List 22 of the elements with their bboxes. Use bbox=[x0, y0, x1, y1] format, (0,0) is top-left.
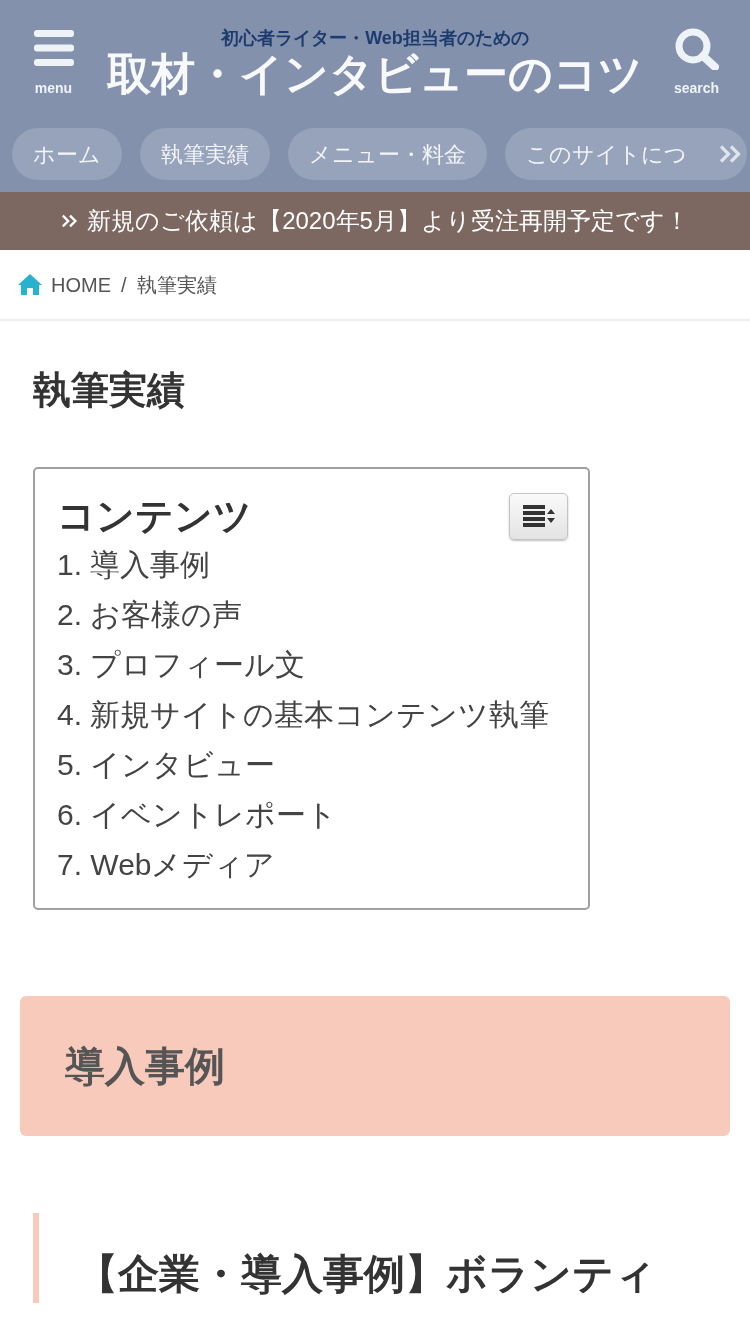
site-tagline: 初心者ライター・Web担当者のための bbox=[221, 28, 529, 48]
breadcrumb-separator: / bbox=[121, 272, 127, 298]
breadcrumb-current: 執筆実績 bbox=[136, 272, 217, 298]
toc-link[interactable]: 2. お客様の声 bbox=[57, 590, 568, 640]
breadcrumb-link[interactable]: HOME bbox=[51, 269, 111, 300]
toc-link[interactable]: 6. イベントレポート bbox=[57, 790, 568, 840]
toc-link[interactable]: 3. プロフィール文 bbox=[57, 640, 568, 690]
toc-link[interactable]: 5. インタビュー bbox=[57, 740, 568, 790]
menu-icon bbox=[33, 30, 74, 66]
list-toggle-icon bbox=[522, 505, 555, 527]
toc-toggle-button[interactable] bbox=[509, 492, 568, 540]
double-chevron-icon bbox=[61, 213, 80, 229]
section-heading: 導入事例 bbox=[20, 996, 730, 1136]
page-title: 執筆実績 bbox=[33, 368, 186, 413]
article-heading: 【企業・導入事例】ボランティ bbox=[33, 1213, 750, 1303]
toc-link[interactable]: 7. Webメディア bbox=[57, 840, 568, 890]
search-icon bbox=[674, 28, 719, 70]
notice-link[interactable]: 新規のご依頼は【2020年5月】より受注再開予定です！ bbox=[87, 203, 689, 239]
home-icon bbox=[18, 274, 42, 295]
toc-title: コンテンツ bbox=[57, 494, 252, 539]
toc-link[interactable]: 4. 新規サイトの基本コンテンツ執筆 bbox=[57, 690, 568, 740]
toc-link[interactable]: 1. 導入事例 bbox=[57, 540, 568, 590]
